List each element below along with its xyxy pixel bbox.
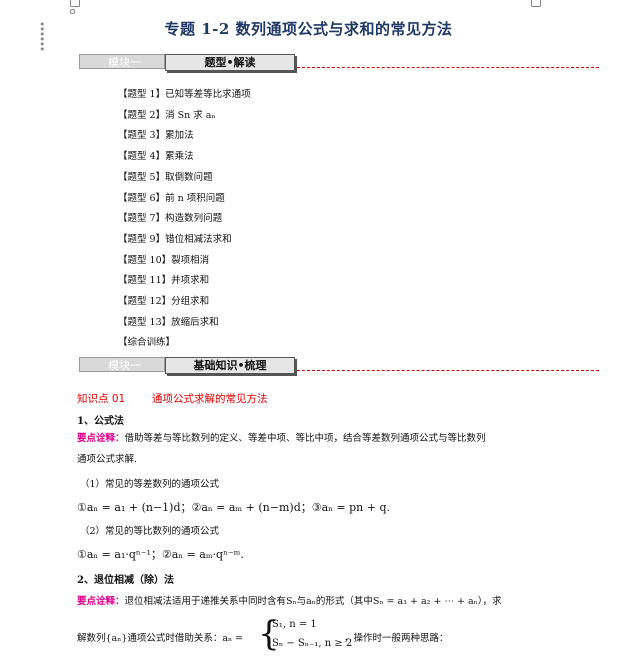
subheading: （2）常见的等比数列的通项公式 bbox=[80, 526, 220, 537]
module-label: 题型•解读 bbox=[165, 54, 295, 71]
list-item: 【题型 13】放缩后求和 bbox=[118, 316, 219, 328]
list-item: 【题型 4】累乘法 bbox=[118, 151, 194, 163]
knowledge-point: 知识点 01 通项公式求解的常见方法 bbox=[77, 391, 268, 406]
list-item: 【综合训练】 bbox=[118, 337, 176, 349]
list-item: 【题型 5】取倒数问题 bbox=[118, 171, 213, 183]
formula-line: 解数列{aₙ}通项公式时借助关系：aₙ = bbox=[77, 633, 244, 644]
page-title: 专题 1-2 数列通项公式与求和的常见方法 bbox=[164, 20, 453, 38]
module-tab: 模块一 bbox=[79, 357, 165, 372]
tip-text: 退位相减法适用于递推关系中同时含有Sₙ与aₙ的形式（其中Sₙ = a₁ + a₂… bbox=[124, 596, 502, 607]
tip-text-cont: 通项公式求解. bbox=[77, 454, 138, 465]
list-item: 【题型 7】构造数列问题 bbox=[118, 213, 223, 225]
formula-line-end: ，操作时一般两种思路： bbox=[344, 633, 449, 644]
section-heading: 1、公式法 bbox=[77, 416, 124, 427]
anchor-handle[interactable] bbox=[70, 9, 75, 14]
case-1: S₁, n = 1 bbox=[272, 619, 317, 630]
tip-text: 借助等差与等比数列的定义、等差中项、等比中项，结合等差数列通项公式与等比数列 bbox=[124, 433, 486, 444]
tip-paragraph: 要点诠释：借助等差与等比数列的定义、等差中项、等比中项，结合等差数列通项公式与等… bbox=[77, 428, 542, 470]
list-item: 【题型 2】消 Sn 求 aₙ bbox=[118, 109, 216, 121]
list-item: 【题型 10】裂项相消 bbox=[118, 254, 210, 266]
tip-paragraph: 要点诠释：退位相减法适用于递推关系中同时含有Sₙ与aₙ的形式（其中Sₙ = a₁… bbox=[77, 593, 502, 607]
formula-arithmetic: ①aₙ = a₁ + (n−1)d；②aₙ = aₘ + (n−m)d；③aₙ … bbox=[77, 501, 391, 514]
subheading: （1）常见的等差数列的通项公式 bbox=[80, 479, 220, 490]
knowledge-number: 知识点 01 bbox=[77, 393, 126, 405]
section-heading: 2、退位相减（除）法 bbox=[77, 575, 174, 586]
formula-geometric: ①aₙ = a₁·qⁿ⁻¹；②aₙ = aₘ·qⁿ⁻ᵐ. bbox=[77, 548, 244, 561]
module-tab: 模块一 bbox=[79, 54, 165, 69]
module-label: 基础知识•梳理 bbox=[165, 357, 295, 374]
list-item: 【题型 6】前 n 项积问题 bbox=[118, 192, 225, 204]
list-item: 【题型 12】分组求和 bbox=[118, 296, 210, 308]
case-2: Sₙ − Sₙ₋₁, n ≥ 2 bbox=[272, 638, 353, 649]
type-list: 【题型 1】已知等差等比求通项 【题型 2】消 Sn 求 aₙ 【题型 3】累加… bbox=[118, 85, 251, 354]
list-item: 【题型 11】并项求和 bbox=[118, 275, 210, 287]
tip-label: 要点诠释： bbox=[77, 596, 125, 607]
list-item: 【题型 3】累加法 bbox=[118, 130, 194, 142]
divider bbox=[297, 67, 599, 68]
resize-handle[interactable] bbox=[531, 0, 541, 7]
list-item: 【题型 1】已知等差等比求通项 bbox=[118, 89, 251, 100]
tip-label: 要点诠释： bbox=[77, 433, 125, 444]
divider bbox=[297, 370, 599, 371]
resize-handle[interactable] bbox=[70, 0, 80, 7]
list-item: 【题型 9】错位相减法求和 bbox=[118, 233, 232, 245]
knowledge-title: 通项公式求解的常见方法 bbox=[152, 393, 268, 405]
document-page: • • • • • • 专题 1-2 数列通项公式与求和的常见方法 模块一 题型•解… bbox=[0, 0, 617, 665]
